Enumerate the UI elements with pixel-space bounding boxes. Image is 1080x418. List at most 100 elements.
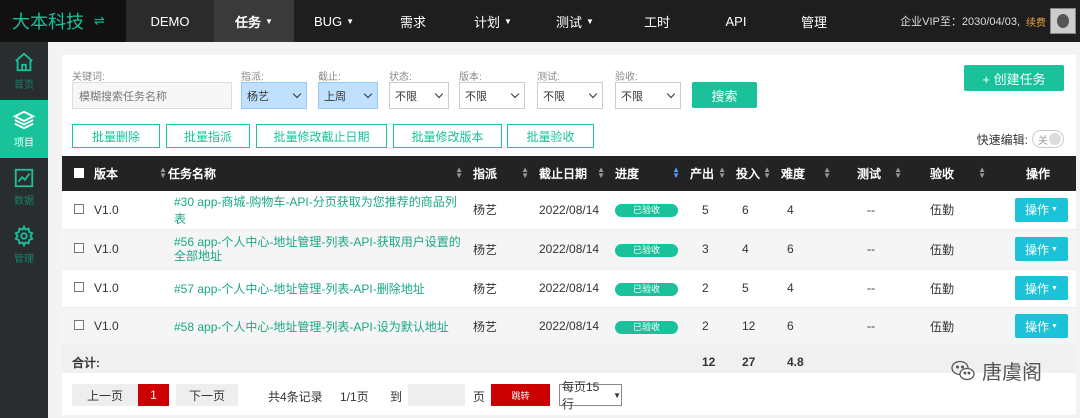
nav-admin[interactable]: 管理 [774, 0, 854, 42]
header-label: 测试 [857, 167, 882, 181]
home-icon [15, 52, 33, 72]
table-header: 版本 ▲ ▼ 任务名称 ▲ ▼ 指派 ▲ ▼ 截止日期 ▲ ▼ 进度 ▲ ▼ 产出 ▲ ▼ 投入 ▲ ▼ 难… [62, 156, 1076, 191]
sidebar-item-admin[interactable]: 管理 [0, 216, 48, 274]
test-select[interactable]: 不限 [537, 82, 603, 109]
batch-accept-button[interactable]: 批量验收 [507, 124, 594, 148]
cell-test: -- [867, 202, 875, 217]
cell-output: 3 [702, 242, 709, 256]
current-page[interactable]: 1 [138, 384, 169, 406]
operation-dropdown-button[interactable]: 操作 ▼ [1015, 237, 1068, 261]
task-name-link[interactable]: #30 app-商城-购物车-API-分页获取为您推荐的商品列表 [174, 195, 457, 226]
batch-version-button[interactable]: 批量修改版本 [393, 124, 502, 148]
row-checkbox[interactable] [74, 282, 84, 292]
header-label: 操作 [1026, 167, 1051, 181]
search-button[interactable]: 搜索 [692, 82, 757, 108]
batch-deadline-button[interactable]: 批量修改截止日期 [256, 124, 387, 148]
wechat-icon [951, 360, 975, 380]
keyword-search-input[interactable]: 模糊搜索任务名称 [72, 82, 232, 109]
nav-bug[interactable]: BUG ▼ [294, 0, 374, 42]
header-label: 任务名称 [168, 167, 217, 181]
assign-select[interactable]: 杨艺 [241, 82, 307, 109]
header-difficulty[interactable]: 难度 ▲ ▼ [777, 156, 837, 191]
chevron-down-icon: ▼ [1051, 284, 1058, 292]
header-assign[interactable]: 指派 ▲ ▼ [469, 156, 535, 191]
cell-accept: 伍勤 [930, 281, 955, 296]
header-label: 验收 [930, 167, 955, 181]
sort-icon: ▲ ▼ [718, 165, 726, 180]
table-row: V1.0 #58 app-个人中心-地址管理-列表-API-设为默认地址 杨艺 … [62, 307, 1076, 345]
op-label: 操作 [1025, 319, 1050, 334]
vip-info: 企业VIP至：2030/04/03, 续费 [900, 0, 1046, 42]
select-all-checkbox[interactable] [74, 167, 84, 178]
project-selector[interactable]: DEMO [126, 0, 214, 42]
task-name-link[interactable]: #56 app-个人中心-地址管理-列表-API-获取用户设置的全部地址 [174, 235, 461, 263]
header-deadline[interactable]: 截止日期 ▲ ▼ [535, 156, 611, 191]
chevron-down-icon: ▼ [1051, 245, 1058, 253]
keyword-label: 关键词: [72, 72, 105, 83]
chevron-down-icon: ▼ [613, 390, 621, 400]
cell-date: 2022/08/14 [539, 242, 600, 256]
header-output[interactable]: 产出 ▲ ▼ [686, 156, 732, 191]
header-progress[interactable]: 进度 ▲ ▼ [611, 156, 686, 191]
deadline-select[interactable]: 上周 [318, 82, 378, 109]
chart-icon [14, 168, 34, 188]
version-select[interactable]: 不限 [459, 82, 525, 109]
sidebar-item-label: 首页 [14, 80, 34, 91]
task-name-link[interactable]: #57 app-个人中心-地址管理-列表-API-删除地址 [174, 282, 425, 296]
row-checkbox[interactable] [74, 203, 84, 214]
status-badge: 已验收 [615, 204, 678, 218]
swap-icon[interactable]: ⇌ [94, 13, 105, 29]
avatar[interactable] [1050, 8, 1076, 34]
task-name-link[interactable]: #58 app-个人中心-地址管理-列表-API-设为默认地址 [174, 320, 449, 334]
cell-test: -- [867, 281, 875, 295]
page-count: 1/1页 [340, 390, 369, 404]
header-input[interactable]: 投入 ▲ ▼ [732, 156, 777, 191]
jump-button[interactable]: 跳转 [491, 384, 550, 406]
prev-page-button[interactable]: 上一页 [72, 384, 138, 406]
sidebar-item-data[interactable]: 数据 [0, 158, 48, 216]
page-unit-label: 页 [473, 390, 486, 404]
operation-dropdown-button[interactable]: 操作 ▼ [1015, 197, 1068, 222]
top-navbar: 大本科技 ⇌ DEMO 任务 ▼ BUG ▼ 需求 计划 ▼ 测试 ▼ 工时 API 管… [0, 0, 1080, 42]
nav-requirement[interactable]: 需求 [374, 0, 452, 42]
header-accept[interactable]: 验收 ▲ ▼ [908, 156, 992, 191]
watermark-text: 唐虞阁 [982, 362, 1042, 384]
gear-icon [14, 225, 34, 247]
header-version[interactable]: 版本 [90, 156, 156, 191]
row-checkbox[interactable] [74, 320, 84, 330]
batch-assign-button[interactable]: 批量指派 [166, 124, 250, 148]
operation-dropdown-button[interactable]: 操作 ▼ [1015, 314, 1068, 338]
nav-task[interactable]: 任务 ▼ [214, 0, 294, 42]
create-task-button[interactable]: + 创建任务 [964, 65, 1064, 91]
quick-edit-toggle[interactable]: 关 [1032, 130, 1064, 148]
nav-test[interactable]: 测试 ▼ [534, 0, 616, 42]
sidebar-item-project[interactable]: 项目 [0, 100, 48, 158]
sort-icon: ▲ ▼ [455, 165, 463, 180]
batch-delete-button[interactable]: 批量删除 [72, 124, 160, 148]
sidebar-item-home[interactable]: 首页 [0, 42, 48, 100]
nav-api[interactable]: API [698, 0, 774, 42]
page-size-select[interactable]: 每页15行 ▼ [559, 380, 622, 411]
header-label: 产出 [690, 167, 715, 181]
accept-select[interactable]: 不限 [615, 82, 681, 109]
operation-dropdown-button[interactable]: 操作 ▼ [1015, 276, 1068, 300]
page-size-value: 每页15行 [562, 380, 600, 411]
next-page-button[interactable]: 下一页 [176, 384, 238, 406]
cell-test: -- [867, 242, 875, 256]
sort-icon: ▲ ▼ [823, 165, 831, 180]
nav-worktime[interactable]: 工时 [616, 0, 698, 42]
renew-link[interactable]: 续费 [1026, 14, 1046, 29]
row-checkbox-cell [62, 229, 90, 269]
table-row: V1.0 #30 app-商城-购物车-API-分页获取为您推荐的商品列表 杨艺… [62, 191, 1076, 229]
nav-plan[interactable]: 计划 ▼ [452, 0, 534, 42]
header-task-name[interactable]: ▲ ▼ 任务名称 ▲ ▼ [156, 156, 469, 191]
cell-test: -- [867, 319, 875, 333]
deadline-label: 截止: [318, 72, 341, 83]
goto-page-input[interactable] [408, 384, 465, 406]
row-checkbox[interactable] [74, 243, 84, 253]
header-test[interactable]: 测试 ▲ ▼ [837, 156, 908, 191]
status-select[interactable]: 不限 [389, 82, 449, 109]
brand-logo[interactable]: 大本科技 ⇌ [0, 0, 126, 42]
cell-version: V1.0 [94, 319, 119, 333]
cell-input: 6 [742, 202, 749, 217]
